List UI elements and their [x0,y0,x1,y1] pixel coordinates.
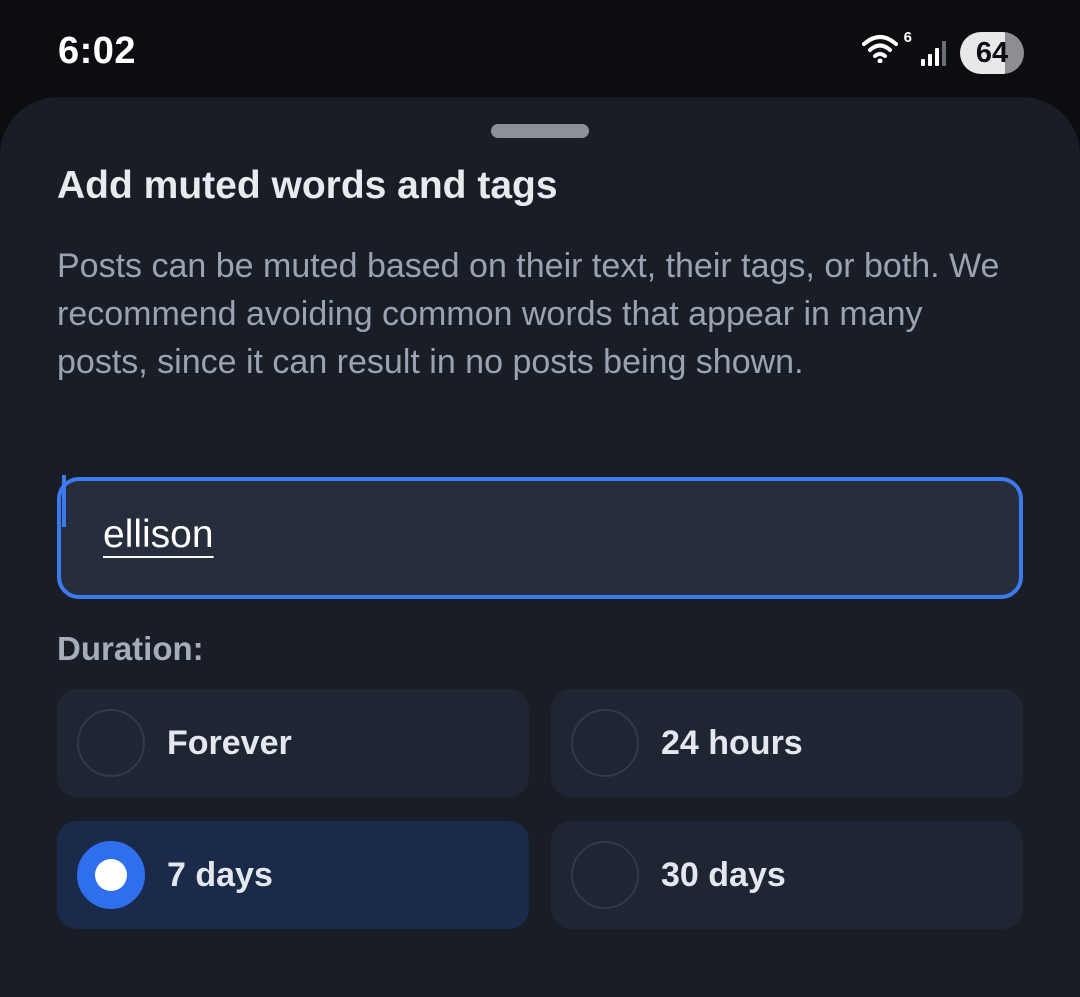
signal-icon [920,39,950,67]
duration-option-label: 30 days [661,856,786,894]
status-time: 6:02 [58,30,137,72]
duration-option-label: Forever [167,724,292,762]
radio-selected-dot [95,859,127,891]
radio-button-selected[interactable] [77,841,145,909]
wifi-network-label: 6 [903,29,912,46]
duration-option-7-days[interactable]: 7 days [57,821,529,929]
muted-word-input[interactable]: ellison [57,475,1023,599]
text-caret [62,475,66,527]
battery-level: 64 [975,36,1009,69]
battery-icon: 64 [960,32,1024,74]
duration-option-forever[interactable]: Forever [57,689,529,797]
duration-option-24-hours[interactable]: 24 hours [551,689,1023,797]
duration-option-label: 24 hours [661,724,803,762]
muted-word-input-value: ellison [103,513,214,556]
sheet-grabber-handle[interactable] [491,124,589,138]
radio-button[interactable] [571,841,639,909]
sheet-title: Add muted words and tags [57,164,558,207]
mute-words-sheet: Add muted words and tags Posts can be mu… [0,97,1080,997]
sheet-description: Posts can be muted based on their text, … [57,247,1000,381]
status-icons: 6 64 [862,29,1024,74]
duration-option-label: 7 days [167,856,273,894]
radio-button[interactable] [571,709,639,777]
duration-option-30-days[interactable]: 30 days [551,821,1023,929]
status-bar: 6:02 6 64 [0,0,1080,100]
wifi-icon: 6 [862,29,912,73]
duration-label: Duration: [57,630,204,667]
radio-button[interactable] [77,709,145,777]
